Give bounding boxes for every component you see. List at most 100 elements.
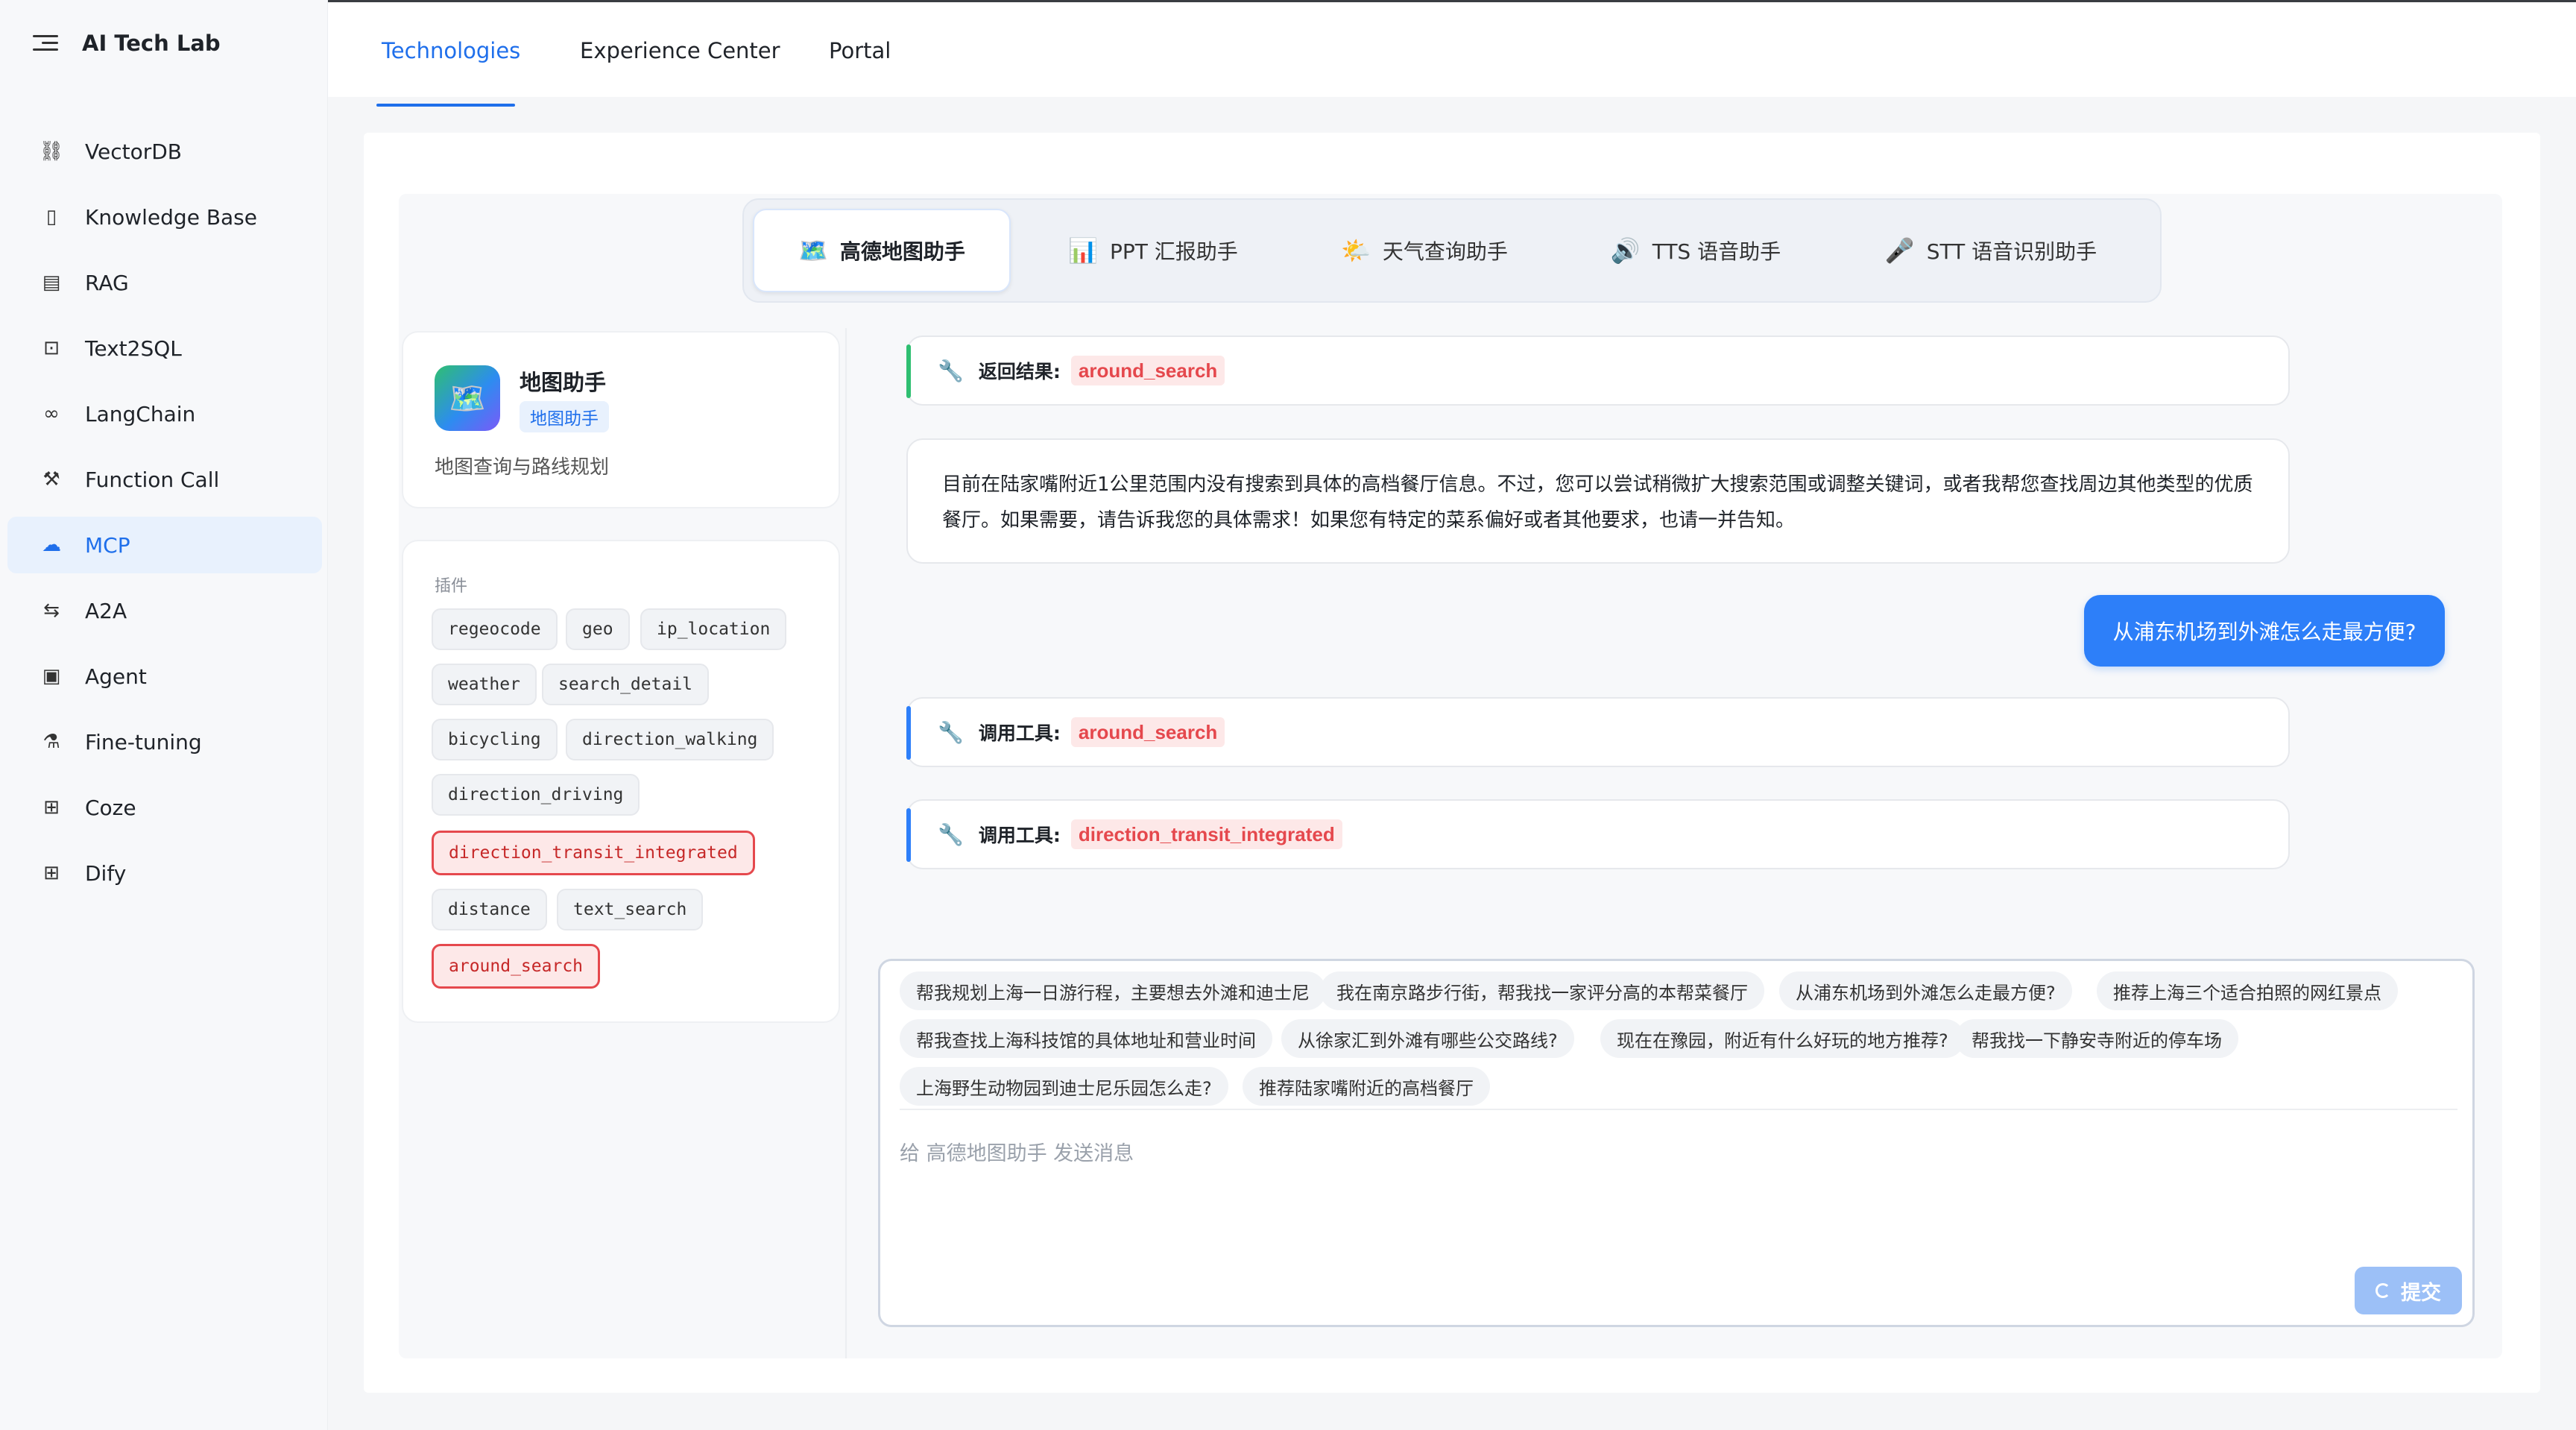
wrench-icon: 🔧	[938, 822, 964, 847]
sidebar-item-mcp[interactable]: ☁ MCP	[7, 517, 322, 573]
sidebar-item-langchain[interactable]: ∞ LangChain	[7, 385, 322, 442]
assistant-tab-label: 天气查询助手	[1382, 239, 1508, 264]
map-icon: 🗺️	[449, 381, 486, 416]
assistant-tab-weather[interactable]: 🌤️ 天气查询助手	[1295, 209, 1553, 292]
sidebar-item-label: LangChain	[85, 401, 196, 426]
top-nav: Technologies Experience Center Portal	[328, 0, 2576, 97]
plugin-chip[interactable]: text_search	[557, 889, 704, 930]
sidebar-item-coze[interactable]: ⊞ Coze	[7, 779, 322, 836]
sidebar-item-knowledge-base[interactable]: ▯ Knowledge Base	[7, 189, 322, 245]
tool-icon: ⚒	[42, 468, 60, 491]
assistant-panel: 🗺️ 地图助手 地图助手 地图查询与路线规划 插件 regeocode geo …	[399, 328, 846, 1358]
sidebar-item-label: VectorDB	[85, 139, 182, 164]
plugin-chip-highlighted[interactable]: direction_transit_integrated	[432, 831, 755, 875]
terminal-icon: ⊡	[43, 337, 60, 359]
brand: AI Tech Lab	[33, 27, 221, 60]
tool-call-label: 调用工具:	[978, 722, 1061, 744]
tab-experience-center[interactable]: Experience Center	[580, 38, 780, 63]
plugin-chip[interactable]: direction_driving	[432, 774, 640, 816]
suggestion-chip[interactable]: 从浦东机场到外滩怎么走最方便?	[1779, 971, 2072, 1010]
chart-icon: 📊	[1068, 236, 1099, 265]
plugin-chip[interactable]: search_detail	[542, 664, 710, 705]
tool-call-label: 调用工具:	[978, 825, 1061, 846]
suggestion-chip[interactable]: 推荐陆家嘴附近的高档餐厅	[1243, 1067, 1490, 1106]
plugin-chip[interactable]: direction_walking	[566, 719, 774, 760]
grid-icon: ⊞	[43, 862, 60, 884]
tool-name-tag: around_search	[1070, 356, 1225, 385]
sidebar-item-label: RAG	[85, 270, 129, 295]
sidebar-item-label: Agent	[85, 664, 147, 689]
assistant-tab-label: STT 语音识别助手	[1926, 239, 2097, 264]
weather-icon: 🌤️	[1341, 236, 1371, 265]
assistant-tab-ppt[interactable]: 📊 PPT 汇报助手	[1024, 209, 1282, 292]
link-icon: ∞	[43, 403, 60, 425]
sidebar-item-label: Text2SQL	[85, 336, 182, 361]
assistant-tab-map[interactable]: 🗺️ 高德地图助手	[753, 209, 1011, 292]
plugin-chip[interactable]: geo	[566, 608, 630, 650]
tool-name-tag: direction_transit_integrated	[1070, 819, 1342, 849]
message-input[interactable]	[900, 1131, 2241, 1176]
sidebar-item-label: MCP	[85, 532, 130, 558]
plugin-chip[interactable]: weather	[432, 664, 537, 705]
sidebar-item-label: Function Call	[85, 467, 220, 492]
assistant-tab-label: TTS 语音助手	[1652, 239, 1781, 264]
suggestion-chip[interactable]: 帮我规划上海一日游行程，主要想去外滩和迪士尼	[900, 971, 1326, 1010]
suggestion-chip[interactable]: 上海野生动物园到迪士尼乐园怎么走?	[900, 1067, 1228, 1106]
plugin-chip[interactable]: ip_location	[640, 608, 787, 650]
sidebar-item-label: Coze	[85, 795, 136, 820]
suggestion-chip[interactable]: 帮我找一下静安寺附近的停车场	[1955, 1019, 2238, 1058]
sidebar-item-function-call[interactable]: ⚒ Function Call	[7, 451, 322, 508]
app-title: AI Tech Lab	[82, 31, 221, 56]
assistant-tab-label: 高德地图助手	[839, 239, 965, 264]
sidebar-item-a2a[interactable]: ⇆ A2A	[7, 582, 322, 639]
assistant-tab-tts[interactable]: 🔊 TTS 语音助手	[1567, 209, 1825, 292]
active-tab-indicator	[376, 104, 515, 107]
call-indicator	[906, 706, 911, 760]
agent-icon: ▣	[42, 665, 61, 687]
suggestion-chip[interactable]: 从徐家汇到外滩有哪些公交路线?	[1281, 1019, 1574, 1058]
sidebar-item-dify[interactable]: ⊞ Dify	[7, 845, 322, 901]
menu-icon[interactable]	[33, 32, 60, 54]
submit-button[interactable]: 提交	[2355, 1267, 2462, 1314]
suggestion-chip[interactable]: 现在在豫园，附近有什么好玩的地方推荐?	[1600, 1019, 1965, 1058]
suggestion-chip[interactable]: 推荐上海三个适合拍照的网红景点	[2097, 971, 2398, 1010]
speaker-icon: 🔊	[1610, 236, 1641, 265]
suggestion-chip[interactable]: 帮我查找上海科技馆的具体地址和营业时间	[900, 1019, 1272, 1058]
call-indicator	[906, 808, 911, 862]
message-composer: 帮我规划上海一日游行程，主要想去外滩和迪士尼 我在南京路步行街，帮我找一家评分高…	[878, 959, 2475, 1327]
tab-technologies[interactable]: Technologies	[382, 38, 520, 63]
cloud-icon: ☁	[42, 534, 61, 556]
plugin-card: 插件 regeocode geo ip_location weather sea…	[402, 540, 840, 1023]
sidebar-item-label: Fine-tuning	[85, 729, 202, 755]
wrench-icon: 🔧	[938, 358, 964, 383]
plugin-chip-highlighted[interactable]: around_search	[432, 944, 601, 989]
panel-divider	[845, 328, 847, 1358]
wrench-icon: 🔧	[938, 719, 964, 745]
plugin-chip[interactable]: regeocode	[432, 608, 558, 650]
assistant-tabs: 🗺️ 高德地图助手 📊 PPT 汇报助手 🌤️ 天气查询助手 🔊 TTS 语音助手 🎤 S…	[742, 198, 2162, 303]
microphone-icon: 🎤	[1884, 236, 1915, 265]
tool-result-message: 🔧 返回结果: around_search	[906, 336, 2290, 406]
user-message: 从浦东机场到外滩怎么走最方便?	[2084, 595, 2445, 667]
assistant-badge: 地图助手	[520, 401, 609, 432]
loading-icon	[2375, 1283, 2390, 1298]
plugin-chip[interactable]: distance	[432, 889, 547, 930]
swap-icon: ⇆	[43, 599, 60, 622]
sidebar-item-rag[interactable]: ▤ RAG	[7, 254, 322, 311]
vector-icon: ⛓	[39, 140, 64, 163]
tab-portal[interactable]: Portal	[829, 38, 891, 63]
assistant-avatar: 🗺️	[435, 365, 500, 431]
assistant-tab-stt[interactable]: 🎤 STT 语音识别助手	[1838, 209, 2144, 292]
sidebar-item-fine-tuning[interactable]: ⚗ Fine-tuning	[7, 714, 322, 770]
sidebar-item-text2sql[interactable]: ⊡ Text2SQL	[7, 320, 322, 377]
grid-icon: ⊞	[43, 796, 60, 819]
book-icon: ▯	[45, 206, 57, 228]
sidebar-item-agent[interactable]: ▣ Agent	[7, 648, 322, 705]
plugin-chip[interactable]: bicycling	[432, 719, 558, 760]
assistant-info-card: 🗺️ 地图助手 地图助手 地图查询与路线规划	[402, 331, 840, 508]
suggestion-chip[interactable]: 我在南京路步行街，帮我找一家评分高的本帮菜餐厅	[1320, 971, 1764, 1010]
sidebar-item-vectordb[interactable]: ⛓ VectorDB	[7, 123, 322, 180]
sidebar-item-label: A2A	[85, 598, 127, 623]
sidebar-item-label: Dify	[85, 860, 127, 886]
tool-call-message: 🔧 调用工具: direction_transit_integrated	[906, 799, 2290, 869]
